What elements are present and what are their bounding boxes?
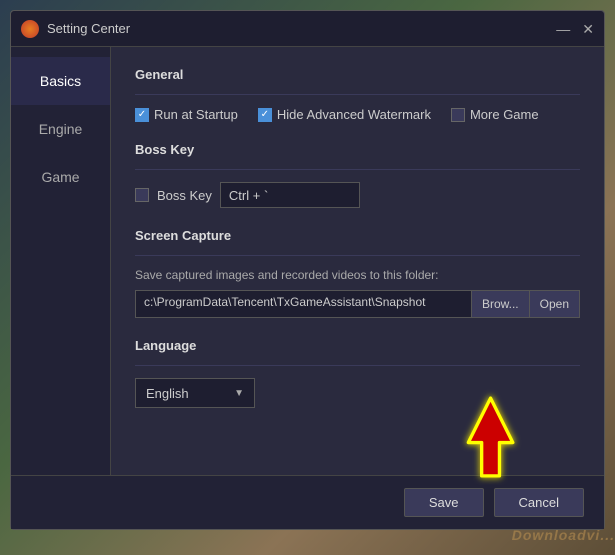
capture-path-display: c:\ProgramData\Tencent\TxGameAssistant\S…: [135, 290, 471, 318]
hide-watermark-checkbox[interactable]: [258, 108, 272, 122]
boss-key-checkbox[interactable]: [135, 188, 149, 202]
boss-key-input[interactable]: [220, 182, 360, 208]
open-button[interactable]: Open: [530, 290, 580, 318]
dialog-footer: Save Cancel: [11, 475, 604, 529]
boss-key-label: Boss Key: [157, 188, 212, 203]
more-game-item: More Game: [451, 107, 539, 122]
general-divider: [135, 94, 580, 95]
cancel-button[interactable]: Cancel: [494, 488, 584, 517]
boss-key-divider: [135, 169, 580, 170]
setting-center-dialog: Setting Center — ✕ Basics Engine Game Ge…: [10, 10, 605, 530]
minimize-button[interactable]: —: [556, 22, 570, 36]
run-at-startup-label: Run at Startup: [154, 107, 238, 122]
sidebar-item-basics[interactable]: Basics: [11, 57, 110, 105]
language-title: Language: [135, 338, 580, 353]
run-at-startup-item: Run at Startup: [135, 107, 238, 122]
general-section: General Run at Startup Hide Advanced Wat…: [135, 67, 580, 122]
general-title: General: [135, 67, 580, 82]
sidebar-item-engine[interactable]: Engine: [11, 105, 110, 153]
window-controls: — ✕: [556, 22, 594, 36]
capture-path-row: c:\ProgramData\Tencent\TxGameAssistant\S…: [135, 290, 580, 318]
app-icon: [21, 20, 39, 38]
close-button[interactable]: ✕: [582, 22, 594, 36]
more-game-label: More Game: [470, 107, 539, 122]
browse-button[interactable]: Brow...: [471, 290, 530, 318]
screen-capture-divider: [135, 255, 580, 256]
language-divider: [135, 365, 580, 366]
capture-description: Save captured images and recorded videos…: [135, 268, 580, 282]
main-panel: General Run at Startup Hide Advanced Wat…: [111, 47, 604, 475]
chevron-down-icon: ▼: [234, 388, 244, 399]
hide-watermark-item: Hide Advanced Watermark: [258, 107, 431, 122]
sidebar-item-game[interactable]: Game: [11, 153, 110, 201]
language-selected-value: English: [146, 386, 189, 401]
screen-capture-section: Screen Capture Save captured images and …: [135, 228, 580, 318]
screen-capture-title: Screen Capture: [135, 228, 580, 243]
boss-key-section: Boss Key Boss Key: [135, 142, 580, 208]
language-section: Language English ▼: [135, 338, 580, 408]
more-game-checkbox[interactable]: [451, 108, 465, 122]
boss-key-title: Boss Key: [135, 142, 580, 157]
sidebar: Basics Engine Game: [11, 47, 111, 475]
language-dropdown[interactable]: English ▼: [135, 378, 255, 408]
dialog-content: Basics Engine Game General Run at Startu…: [11, 47, 604, 475]
run-at-startup-checkbox[interactable]: [135, 108, 149, 122]
dialog-title: Setting Center: [47, 21, 556, 36]
titlebar: Setting Center — ✕: [11, 11, 604, 47]
general-options-row: Run at Startup Hide Advanced Watermark M…: [135, 107, 580, 122]
hide-watermark-label: Hide Advanced Watermark: [277, 107, 431, 122]
save-button[interactable]: Save: [404, 488, 484, 517]
boss-key-row: Boss Key: [135, 182, 580, 208]
